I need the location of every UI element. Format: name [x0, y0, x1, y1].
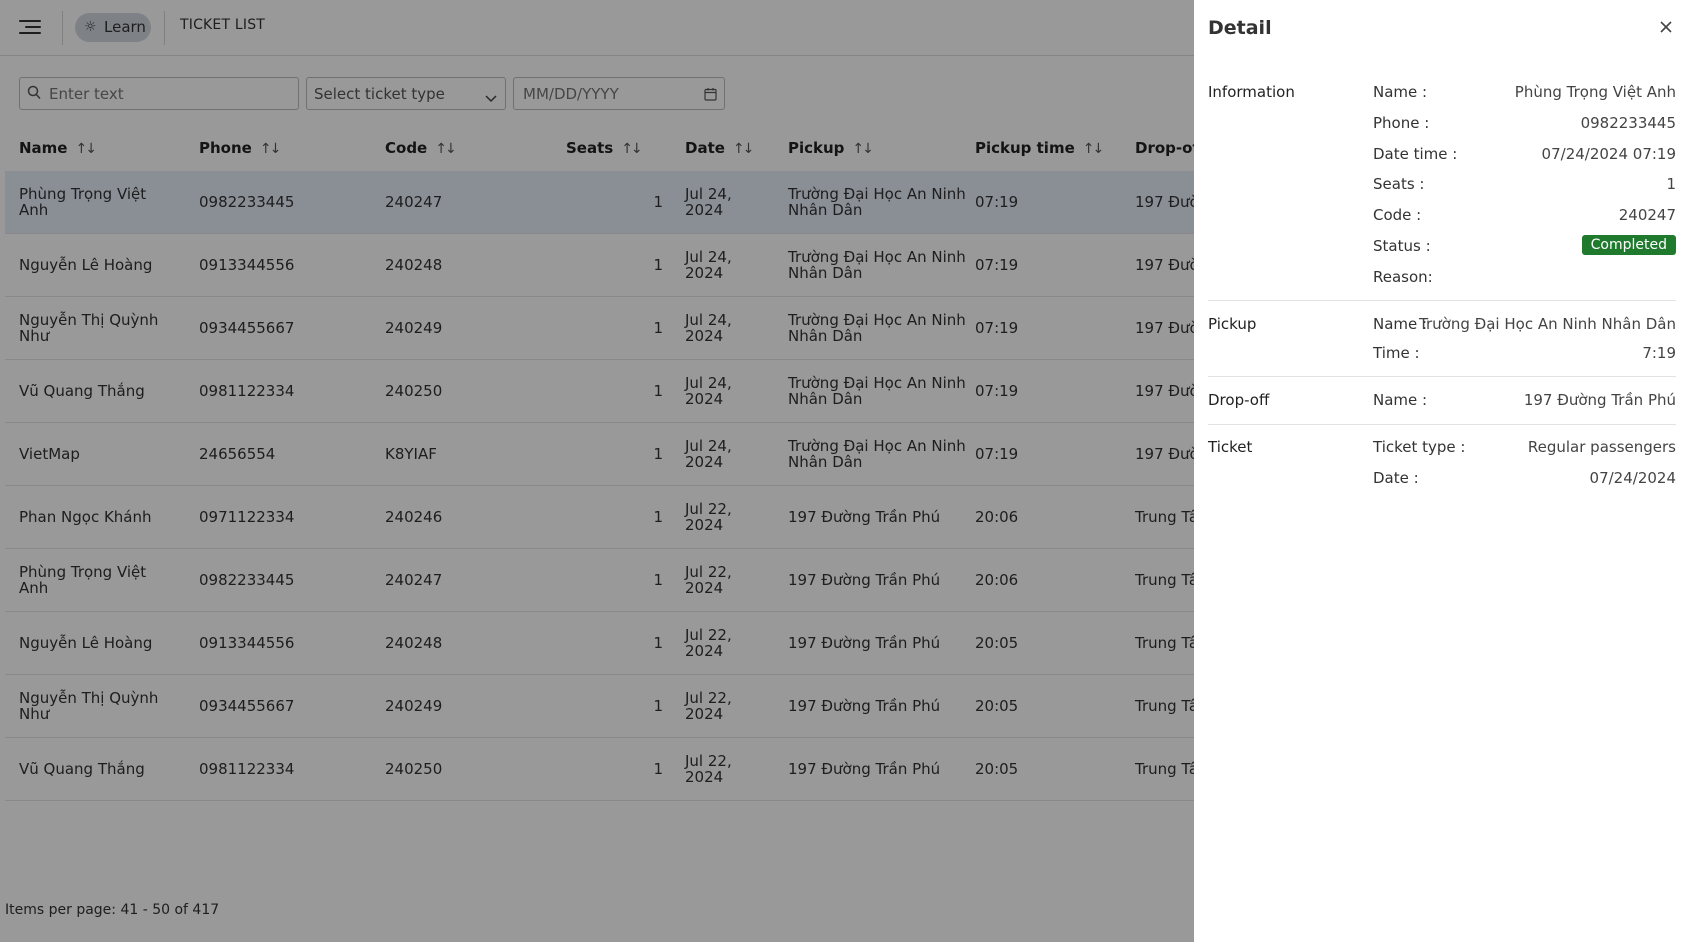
info-datetime-value: 07/24/2024 07:19	[1541, 145, 1676, 163]
info-code-value: 240247	[1618, 206, 1676, 224]
info-reason-row: Reason:	[1373, 268, 1676, 288]
info-reason-label: Reason:	[1373, 268, 1433, 286]
divider	[1208, 376, 1676, 377]
ticket-type-value: Regular passengers	[1527, 438, 1676, 456]
info-code-row: Code : 240247	[1373, 206, 1676, 226]
ticket-date-value: 07/24/2024	[1589, 469, 1676, 487]
detail-panel: Detail Information Name : Phùng Trọng Vi…	[1194, 0, 1686, 942]
status-badge: Completed	[1581, 235, 1676, 255]
information-title: Information	[1208, 83, 1295, 101]
ticket-type-row: Ticket type : Regular passengers	[1373, 438, 1676, 458]
detail-title: Detail	[1208, 17, 1272, 39]
dropoff-name-label: Name :	[1373, 391, 1428, 409]
info-datetime-label: Date time :	[1373, 145, 1458, 163]
info-seats-label: Seats :	[1373, 175, 1425, 193]
divider	[1208, 424, 1676, 425]
info-status-label: Status :	[1373, 237, 1431, 255]
ticket-type-label: Ticket type :	[1373, 438, 1466, 456]
dropoff-title: Drop-off	[1208, 391, 1270, 409]
info-name-value: Phùng Trọng Việt Anh	[1514, 83, 1676, 101]
dropoff-name-value: 197 Đường Trần Phú	[1523, 391, 1676, 409]
ticket-date-label: Date :	[1373, 469, 1419, 487]
pickup-time-value: 7:19	[1642, 344, 1676, 362]
info-datetime-row: Date time : 07/24/2024 07:19	[1373, 145, 1676, 165]
pickup-time-label: Time :	[1373, 344, 1420, 362]
info-name-label: Name :	[1373, 83, 1428, 101]
ticket-date-row: Date : 07/24/2024	[1373, 469, 1676, 489]
info-phone-value: 0982233445	[1580, 114, 1676, 132]
info-name-row: Name : Phùng Trọng Việt Anh	[1373, 83, 1676, 103]
pickup-name-row: Name : Trường Đại Học An Ninh Nhân Dân	[1373, 315, 1676, 335]
pickup-time-row: Time : 7:19	[1373, 344, 1676, 364]
ticket-title: Ticket	[1208, 438, 1253, 456]
divider	[1208, 300, 1676, 301]
info-phone-label: Phone :	[1373, 114, 1430, 132]
info-phone-row: Phone : 0982233445	[1373, 114, 1676, 134]
info-seats-row: Seats : 1	[1373, 175, 1676, 195]
dropoff-name-row: Name : 197 Đường Trần Phú	[1373, 391, 1676, 411]
info-status-row: Status : Completed	[1373, 235, 1676, 257]
close-icon[interactable]	[1656, 17, 1676, 37]
pickup-title: Pickup	[1208, 315, 1257, 333]
info-seats-value: 1	[1666, 175, 1676, 193]
pickup-name-value: Trường Đại Học An Ninh Nhân Dân	[1419, 315, 1676, 333]
info-code-label: Code :	[1373, 206, 1422, 224]
